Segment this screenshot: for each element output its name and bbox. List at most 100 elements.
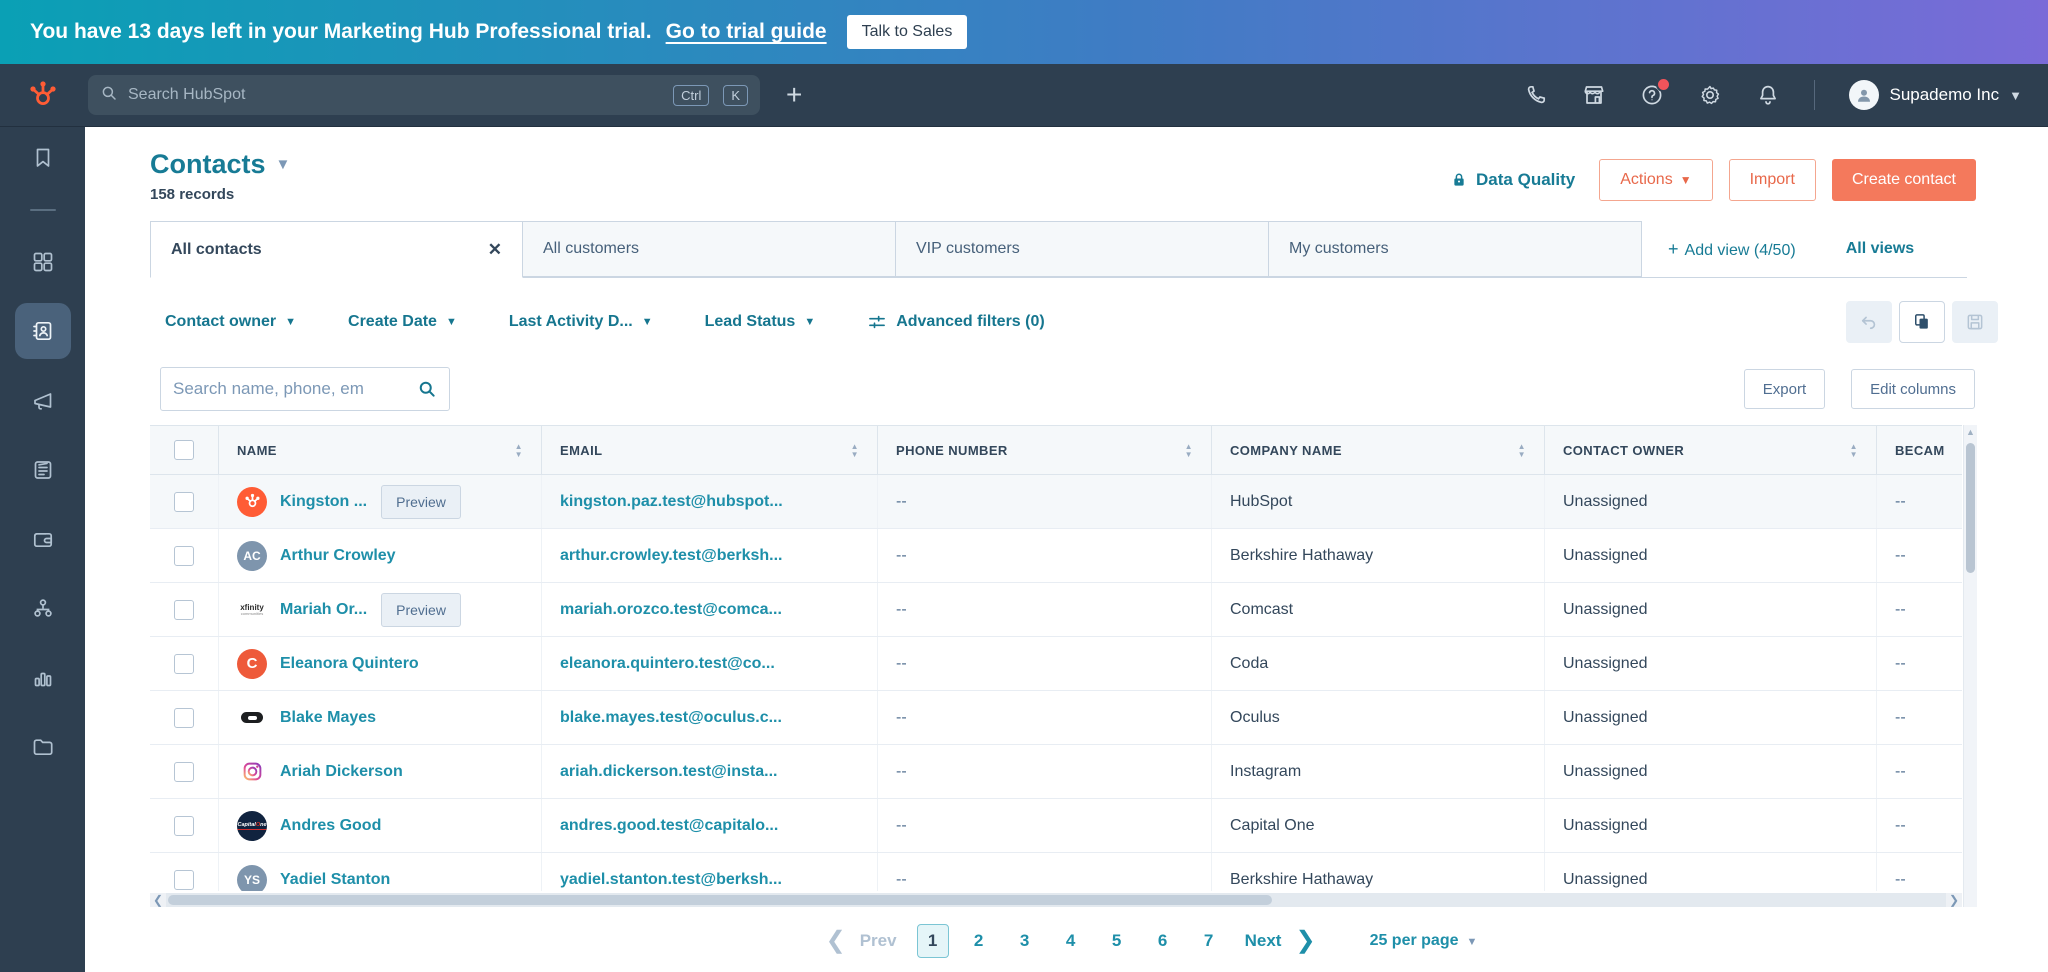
contact-name-link[interactable]: Arthur Crowley [280,547,396,565]
export-button[interactable]: Export [1743,369,1826,409]
preview-button[interactable]: Preview [381,484,461,519]
page-2[interactable]: 2 [963,931,995,951]
talk-to-sales-button[interactable]: Talk to Sales [846,15,968,49]
row-checkbox[interactable] [174,545,194,566]
tab-all-contacts[interactable]: All contacts ✕ [150,221,523,278]
sidebar-item-automations[interactable] [31,596,55,620]
contact-name-link[interactable]: Andres Good [280,817,381,835]
vertical-scrollbar[interactable]: ▲ [1963,425,1977,907]
sidebar-item-content[interactable] [31,458,55,482]
page-1[interactable]: 1 [916,924,949,958]
actions-button[interactable]: Actions ▼ [1599,159,1713,201]
filter-create-date[interactable]: Create Date ▼ [348,313,457,331]
page-4[interactable]: 4 [1055,931,1087,951]
sidebar-item-commerce[interactable] [31,527,55,551]
column-header-name[interactable]: NAME ▲ ▼ [219,426,542,474]
horizontal-scroll-thumb[interactable] [168,895,1272,905]
contact-name-link[interactable]: Yadiel Stanton [280,871,390,889]
settings-icon[interactable] [1698,83,1722,107]
contact-email-link[interactable]: blake.mayes.test@oculus.c... [560,709,782,727]
advanced-filters-button[interactable]: Advanced filters (0) [867,312,1045,332]
row-checkbox[interactable] [174,599,194,620]
contact-name-link[interactable]: Kingston ... [280,493,367,511]
tab-all-customers[interactable]: All customers [523,221,896,277]
contact-email-link[interactable]: yadiel.stanton.test@berksh... [560,871,782,889]
sort-icon[interactable]: ▲ ▼ [1842,442,1858,458]
scroll-right-icon[interactable]: ❯ [1946,893,1962,907]
save-view-button[interactable] [1952,301,1998,343]
sort-icon[interactable]: ▲ ▼ [1177,442,1193,458]
page-6[interactable]: 6 [1147,931,1179,951]
contact-email-link[interactable]: arthur.crowley.test@berksh... [560,547,783,565]
contact-email-link[interactable]: eleanora.quintero.test@co... [560,655,775,673]
contact-email-link[interactable]: andres.good.test@capitalo... [560,817,778,835]
page-3[interactable]: 3 [1009,931,1041,951]
contact-name-link[interactable]: Ariah Dickerson [280,763,403,781]
close-icon[interactable]: ✕ [488,240,502,260]
column-header-email[interactable]: EMAIL ▲ ▼ [542,426,878,474]
vertical-scroll-thumb[interactable] [1966,443,1975,573]
sidebar-item-dashboards[interactable] [31,250,55,274]
undo-button[interactable] [1846,301,1892,343]
edit-columns-button[interactable]: Edit columns [1851,369,1975,409]
sidebar-item-marketing[interactable] [31,389,55,413]
preview-button[interactable]: Preview [381,592,461,627]
sidebar-item-data-management[interactable] [31,735,55,759]
global-search-input[interactable]: Search HubSpot Ctrl K [88,75,760,115]
sidebar-item-bookmarks[interactable] [31,146,55,170]
scroll-up-icon[interactable]: ▲ [1964,425,1977,439]
select-all-checkbox[interactable] [174,440,194,460]
row-checkbox[interactable] [174,869,194,890]
sort-icon[interactable]: ▲ ▼ [843,442,859,458]
notifications-bell-icon[interactable] [1756,83,1780,107]
column-header-company-name[interactable]: COMPANY NAME ▲ ▼ [1212,426,1545,474]
contact-name-link[interactable]: Mariah Or... [280,601,367,619]
tab-my-customers[interactable]: My customers [1269,221,1642,277]
prev-page-link[interactable]: Prev [860,931,897,951]
contact-search-field[interactable] [160,367,450,411]
phone-icon[interactable] [1524,83,1548,107]
filter-lead-status[interactable]: Lead Status ▼ [705,313,816,331]
trial-guide-link[interactable]: Go to trial guide [666,20,827,44]
clone-view-button[interactable] [1899,301,1945,343]
row-checkbox[interactable] [174,491,194,512]
data-quality-link[interactable]: Data Quality [1450,170,1575,190]
tab-vip-customers[interactable]: VIP customers [896,221,1269,277]
contact-name-link[interactable]: Blake Mayes [280,709,376,727]
page-title[interactable]: Contacts ▼ [150,149,290,180]
next-page-chevron-icon[interactable]: ❯ [1295,929,1315,953]
import-button[interactable]: Import [1728,159,1816,201]
column-header-becam[interactable]: BECAM [1877,426,1962,474]
sidebar-item-contacts[interactable] [14,303,71,359]
sort-icon[interactable]: ▲ ▼ [1510,442,1526,458]
column-header-phone-number[interactable]: PHONE NUMBER ▲ ▼ [878,426,1212,474]
sort-icon[interactable]: ▲ ▼ [507,442,523,458]
prev-page-chevron-icon[interactable]: ❮ [826,929,846,953]
hubspot-logo-icon[interactable] [28,80,58,110]
next-page-link[interactable]: Next [1245,931,1282,951]
row-checkbox[interactable] [174,761,194,782]
account-menu[interactable]: Supademo Inc ▼ [1849,80,2022,110]
column-header-contact-owner[interactable]: CONTACT OWNER ▲ ▼ [1545,426,1877,474]
row-checkbox[interactable] [174,653,194,674]
per-page-select[interactable]: 25 per page ▼ [1370,932,1478,950]
filter-contact-owner[interactable]: Contact owner ▼ [165,313,296,331]
scroll-left-icon[interactable]: ❮ [150,893,166,907]
sidebar-item-reporting[interactable] [31,666,55,690]
horizontal-scrollbar[interactable]: ❮ ❯ [150,893,1962,907]
contact-email-link[interactable]: ariah.dickerson.test@insta... [560,763,777,781]
quick-create-icon[interactable]: + [786,81,802,109]
page-7[interactable]: 7 [1193,931,1225,951]
contact-email-link[interactable]: kingston.paz.test@hubspot... [560,493,783,511]
all-views-link[interactable]: All views [1846,240,1914,258]
contact-email-link[interactable]: mariah.orozco.test@comca... [560,601,782,619]
row-checkbox[interactable] [174,815,194,836]
filter-last-activity-d-[interactable]: Last Activity D... ▼ [509,313,653,331]
page-5[interactable]: 5 [1101,931,1133,951]
contact-search-input[interactable] [173,379,409,399]
row-checkbox[interactable] [174,707,194,728]
marketplace-icon[interactable] [1582,83,1606,107]
help-icon[interactable] [1640,77,1672,107]
contact-name-link[interactable]: Eleanora Quintero [280,655,419,673]
create-contact-button[interactable]: Create contact [1831,159,1976,201]
